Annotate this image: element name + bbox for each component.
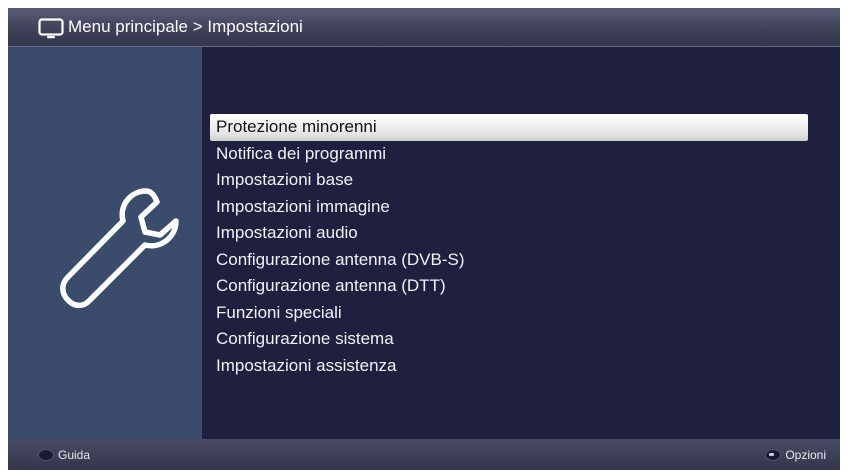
menu-panel: Protezione minorenni Notifica dei progra… — [202, 47, 840, 439]
menu-item-antenna-dtt[interactable]: Configurazione antenna (DTT) — [210, 273, 808, 300]
menu-item-impostazioni-base[interactable]: Impostazioni base — [210, 167, 808, 194]
settings-menu: Protezione minorenni Notifica dei progra… — [210, 114, 808, 379]
header-bar: Menu principale > Impostazioni — [8, 8, 840, 47]
tv-menu-screen: Menu principale > Impostazioni Protezion… — [8, 8, 840, 470]
options-key-icon — [765, 449, 782, 461]
menu-item-protezione-minorenni[interactable]: Protezione minorenni — [210, 114, 808, 141]
menu-item-impostazioni-audio[interactable]: Impostazioni audio — [210, 220, 808, 247]
menu-item-funzioni-speciali[interactable]: Funzioni speciali — [210, 300, 808, 327]
breadcrumb: Menu principale > Impostazioni — [68, 17, 303, 36]
menu-item-impostazioni-immagine[interactable]: Impostazioni immagine — [210, 194, 808, 221]
menu-item-notifica-programmi[interactable]: Notifica dei programmi — [210, 141, 808, 168]
footer-bar: Guida Opzioni — [8, 439, 840, 470]
tv-icon — [38, 18, 64, 39]
menu-item-antenna-dvb-s[interactable]: Configurazione antenna (DVB-S) — [210, 247, 808, 274]
menu-item-impostazioni-assistenza[interactable]: Impostazioni assistenza — [210, 353, 808, 380]
options-label: Opzioni — [785, 448, 826, 462]
menu-item-configurazione-sistema[interactable]: Configurazione sistema — [210, 326, 808, 353]
sidebar-panel — [8, 47, 202, 439]
guide-label: Guida — [58, 448, 91, 462]
options-button[interactable]: Opzioni — [765, 446, 826, 464]
remote-button-icon — [38, 449, 54, 461]
guide-button[interactable]: Guida — [38, 446, 90, 464]
wrench-icon — [60, 188, 179, 309]
